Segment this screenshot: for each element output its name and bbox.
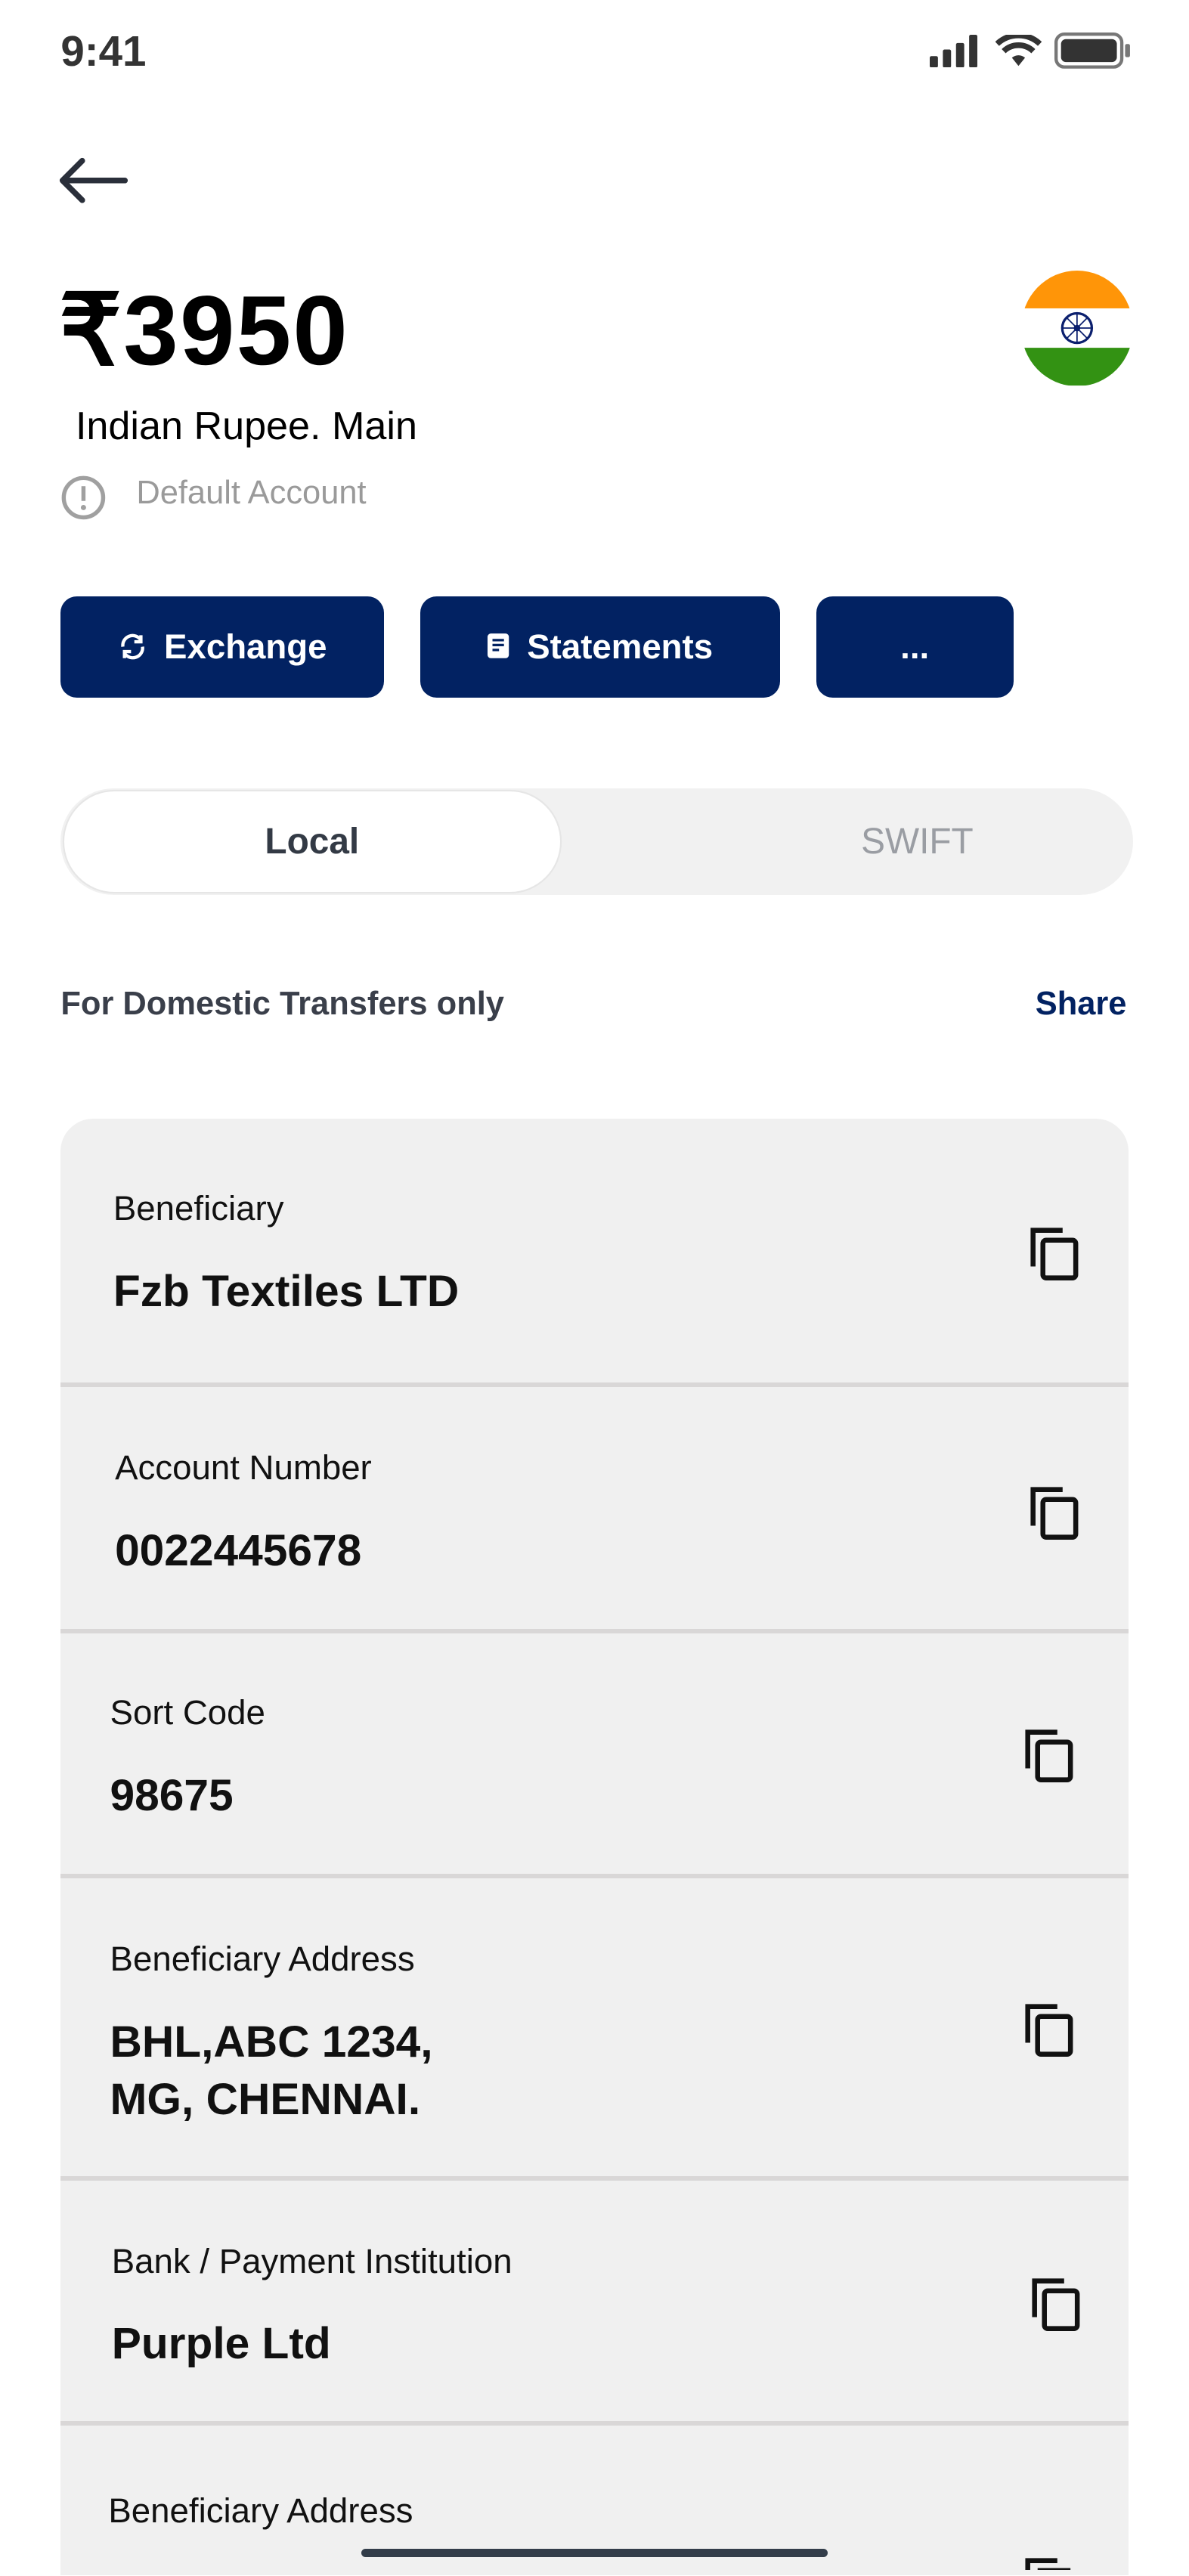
- detail-row-beneficiary: Beneficiary Fzb Textiles LTD: [60, 1119, 1129, 1388]
- battery-icon: [1054, 33, 1130, 70]
- detail-row-account-number: Account Number 0022445678: [60, 1388, 1129, 1634]
- arrow-left-icon: [59, 158, 128, 203]
- detail-label: Beneficiary: [113, 1189, 284, 1228]
- statements-icon: [488, 633, 509, 659]
- account-name: Indian Rupee. Main: [75, 404, 417, 449]
- detail-value-line1: BHL,ABC 1234,: [110, 2017, 433, 2067]
- home-indicator: [361, 2549, 828, 2557]
- copy-icon[interactable]: [1028, 2274, 1084, 2333]
- account-details-card: Beneficiary Fzb Textiles LTD Account Num…: [60, 1118, 1129, 2575]
- transfer-type-tabs: Local SWIFT: [60, 788, 1134, 896]
- more-button[interactable]: ...: [816, 596, 1014, 698]
- india-flag-icon: [1021, 271, 1134, 386]
- share-link[interactable]: Share: [1036, 986, 1127, 1023]
- detail-row-beneficiary-address: Beneficiary Address BHL,ABC 1234, MG, CH…: [60, 1879, 1129, 2181]
- detail-value-line2: MG, CHENNAI.: [110, 2074, 421, 2124]
- detail-row-sort-code: Sort Code 98675: [60, 1634, 1129, 1879]
- detail-value: Fzb Textiles LTD: [113, 1266, 460, 1316]
- detail-label: Sort Code: [110, 1693, 265, 1732]
- signal-icon: [929, 34, 977, 68]
- detail-value: 0022445678: [115, 1526, 362, 1576]
- copy-icon[interactable]: [1021, 2554, 1077, 2571]
- detail-value: 98675: [110, 1770, 234, 1820]
- balance-amount: ₹3950: [59, 274, 350, 385]
- detail-label: Account Number: [115, 1448, 372, 1488]
- detail-value: Purple Ltd: [111, 2319, 331, 2369]
- exchange-icon: [121, 634, 145, 660]
- more-label: ...: [900, 627, 930, 667]
- exchange-button[interactable]: Exchange: [60, 596, 385, 698]
- copy-icon[interactable]: [1021, 1726, 1077, 1785]
- tab-local[interactable]: Local: [63, 791, 560, 892]
- info-icon: [60, 475, 107, 528]
- statements-button[interactable]: Statements: [420, 596, 781, 698]
- app: 9:41 ₹3950 Indian Rupee. Main Default Ac…: [0, 0, 1189, 2575]
- status-icons: [929, 33, 1130, 70]
- detail-label: Beneficiary Address: [110, 1939, 415, 1978]
- exchange-label: Exchange: [164, 627, 327, 667]
- detail-label: Beneficiary Address: [108, 2491, 413, 2530]
- domestic-note: For Domestic Transfers only: [60, 985, 504, 1022]
- detail-row-bank: Bank / Payment Institution Purple Ltd: [60, 2181, 1129, 2426]
- default-account-label: Default Account: [136, 474, 367, 511]
- detail-label: Bank / Payment Institution: [111, 2241, 512, 2280]
- status-time: 9:41: [60, 26, 147, 75]
- statements-label: Statements: [527, 627, 714, 667]
- wifi-icon: [995, 34, 1042, 66]
- tab-swift[interactable]: SWIFT: [717, 788, 1116, 895]
- back-button[interactable]: [56, 154, 128, 214]
- copy-icon[interactable]: [1026, 1483, 1082, 1542]
- copy-icon[interactable]: [1021, 2000, 1077, 2059]
- copy-icon[interactable]: [1026, 1224, 1082, 1283]
